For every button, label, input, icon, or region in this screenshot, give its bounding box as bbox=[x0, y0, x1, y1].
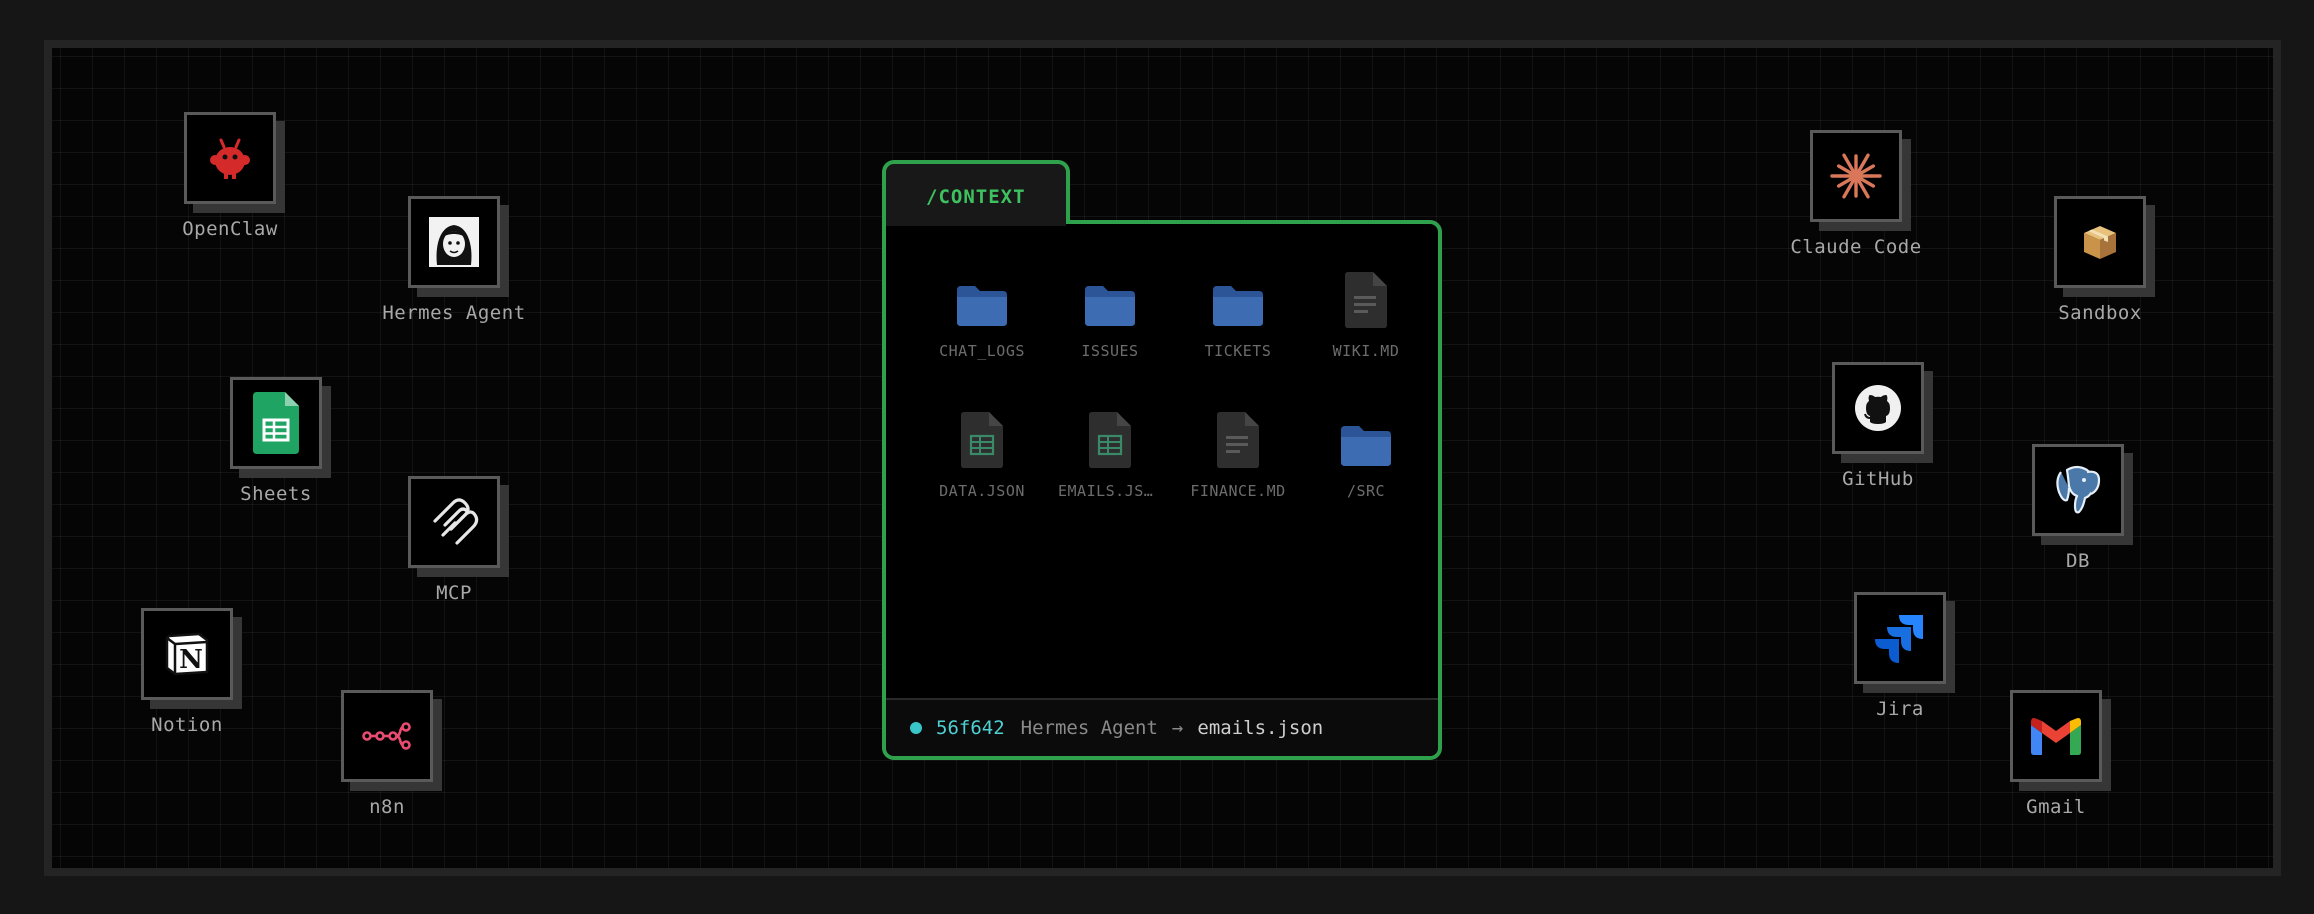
tool-label: MCP bbox=[436, 582, 472, 604]
tool-label: Hermes Agent bbox=[382, 302, 526, 324]
package-box-icon bbox=[2084, 226, 2116, 259]
context-item-label: CHAT_LOGS bbox=[939, 342, 1025, 360]
tool-db-tile[interactable] bbox=[2032, 444, 2124, 536]
claude-sunburst-icon bbox=[1830, 153, 1882, 199]
commit-hash: 56f642 bbox=[936, 717, 1005, 739]
document-icon bbox=[1302, 258, 1430, 328]
postgres-elephant-icon bbox=[2056, 465, 2101, 514]
n8n-icon bbox=[362, 722, 411, 750]
red-claw-mascot-icon bbox=[210, 138, 250, 179]
arrow-icon: → bbox=[1171, 717, 1184, 739]
svg-text:N: N bbox=[179, 645, 203, 675]
context-item-label: /SRC bbox=[1346, 482, 1386, 500]
github-icon bbox=[1855, 385, 1901, 431]
context-item[interactable]: CHAT_LOGS bbox=[918, 258, 1046, 360]
tool-label: Claude Code bbox=[1790, 236, 1922, 258]
tool-label: GitHub bbox=[1842, 468, 1914, 490]
context-item[interactable]: EMAILS.JSON bbox=[1046, 398, 1174, 500]
context-item-label: ISSUES bbox=[1081, 342, 1139, 360]
tool-label: Notion bbox=[151, 714, 223, 736]
context-item-label: FINANCE.MD bbox=[1190, 482, 1286, 500]
tool-label: Sandbox bbox=[2058, 302, 2142, 324]
tool-jira-tile[interactable] bbox=[1854, 592, 1946, 684]
context-tab-join bbox=[886, 218, 1066, 226]
hermes-portrait-icon bbox=[429, 217, 479, 267]
tool-mcp-tile[interactable] bbox=[408, 476, 500, 568]
tool-label: DB bbox=[2066, 550, 2090, 572]
context-tab[interactable]: /CONTEXT bbox=[882, 160, 1070, 226]
tool-label: Sheets bbox=[240, 483, 312, 505]
status-file: emails.json bbox=[1197, 717, 1324, 739]
context-status-bar: 56f642 Hermes Agent → emails.json bbox=[886, 698, 1438, 756]
folder-icon bbox=[1046, 258, 1174, 328]
folder-icon bbox=[918, 258, 1046, 328]
tool-label: n8n bbox=[369, 796, 405, 818]
notion-icon: N bbox=[165, 632, 209, 676]
gmail-icon bbox=[2031, 718, 2081, 755]
tool-label: Jira bbox=[1876, 698, 1924, 720]
tool-sandbox-tile[interactable] bbox=[2054, 196, 2146, 288]
context-item[interactable]: DATA.JSON bbox=[918, 398, 1046, 500]
mcp-icon bbox=[433, 498, 479, 545]
tool-label: OpenClaw bbox=[182, 218, 278, 240]
context-item-label: TICKETS bbox=[1204, 342, 1272, 360]
tool-github-tile[interactable] bbox=[1832, 362, 1924, 454]
context-item-label: EMAILS.JSON bbox=[1058, 482, 1162, 500]
context-window: CHAT_LOGS ISSUES TICKETS WIKI.MD DATA.JSON EM… bbox=[882, 220, 1442, 760]
context-item[interactable]: WIKI.MD bbox=[1302, 258, 1430, 360]
status-dot-icon bbox=[910, 722, 922, 734]
document-icon bbox=[1174, 398, 1302, 468]
tool-claude-tile[interactable] bbox=[1810, 130, 1902, 222]
spreadsheet-file-icon bbox=[918, 398, 1046, 468]
tool-notion-tile[interactable]: N bbox=[141, 608, 233, 700]
tool-n8n-tile[interactable] bbox=[341, 690, 433, 782]
context-item[interactable]: TICKETS bbox=[1174, 258, 1302, 360]
tool-label: Gmail bbox=[2026, 796, 2086, 818]
folder-icon bbox=[1174, 258, 1302, 328]
context-item[interactable]: FINANCE.MD bbox=[1174, 398, 1302, 500]
status-agent: Hermes Agent bbox=[1020, 717, 1158, 739]
tool-openclaw-tile[interactable] bbox=[184, 112, 276, 204]
context-item[interactable]: /SRC bbox=[1302, 398, 1430, 500]
tool-sheets-tile[interactable] bbox=[230, 377, 322, 469]
tool-gmail-tile[interactable] bbox=[2010, 690, 2102, 782]
folder-icon bbox=[1302, 398, 1430, 468]
context-item-label: DATA.JSON bbox=[939, 482, 1025, 500]
tool-hermes-tile[interactable] bbox=[408, 196, 500, 288]
spreadsheet-file-icon bbox=[1046, 398, 1174, 468]
google-sheets-icon bbox=[253, 392, 299, 454]
context-item-label: WIKI.MD bbox=[1332, 342, 1400, 360]
context-item[interactable]: ISSUES bbox=[1046, 258, 1174, 360]
jira-icon bbox=[1875, 615, 1923, 663]
